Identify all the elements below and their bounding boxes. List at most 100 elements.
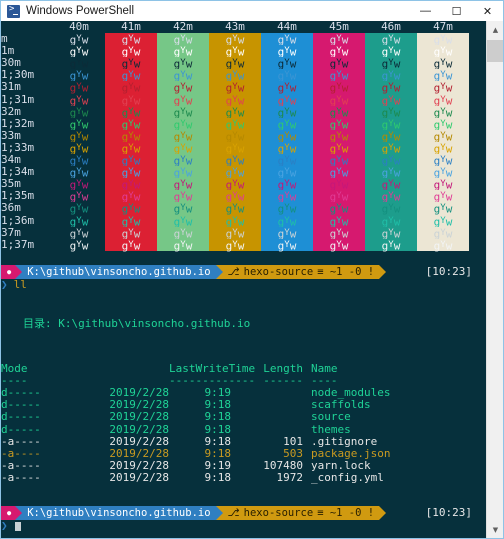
scrollbar-track[interactable] (487, 38, 503, 521)
cell-name: .gitignore (311, 434, 378, 448)
cell-name: themes (311, 422, 351, 436)
color-chart-cell: gYw (53, 238, 105, 252)
color-chart-cell: gYw (209, 57, 261, 70)
color-chart-cell: gYw (53, 141, 105, 155)
color-chart-cell: gYw (157, 105, 209, 119)
color-chart-cell: gYw (313, 33, 365, 46)
color-chart-cell: gYw (365, 69, 417, 82)
git-status-text: ≡ ~1 -0 ! (317, 507, 375, 520)
listing-file-row: -a---- 2019/2/28 9:18 1972 _config.yml (1, 470, 486, 484)
listing-file-row: -a---- 2019/2/28 9:19 107480 yarn.lock (1, 459, 486, 472)
color-chart-cell: gYw (209, 178, 261, 191)
color-chart-row: 36m gYw gYw gYw gYw gYw gYw gYw gYw (1, 202, 486, 215)
color-chart-cell: gYw (313, 202, 365, 215)
color-chart-cell: gYw (313, 154, 365, 167)
color-chart-cell: gYw (261, 33, 313, 46)
color-chart-cell: gYw (105, 238, 157, 252)
prompt-chevron-icon: ❯ (1, 519, 8, 533)
color-chart-row: 31m gYw gYw gYw gYw gYw gYw gYw gYw (1, 81, 486, 94)
color-chart-cell: gYw (313, 178, 365, 191)
color-chart-row-label: 1;36m (1, 214, 35, 227)
prompt-git-segment: ⎇ hexo-source ≡ ~1 -0 ! (222, 506, 380, 521)
color-chart-cell: gYw (157, 238, 209, 252)
color-chart-row-label: 1;30m (1, 69, 35, 82)
vertical-scrollbar[interactable]: ▲ ▼ (486, 21, 503, 538)
scroll-up-arrow[interactable]: ▲ (487, 21, 503, 38)
color-chart-cell: gYw (105, 117, 157, 131)
prompt-path-segment: K:\github\vinsoncho.github.io (22, 506, 216, 521)
color-chart-row-label: 1m (1, 45, 15, 58)
scrollbar-thumb[interactable] (487, 40, 503, 62)
cell-length: 1972 (276, 470, 304, 484)
git-branch-name: hexo-source (243, 507, 314, 520)
color-chart-cell: gYw (209, 45, 261, 58)
color-chart-row: 1;34m gYw gYw gYw gYw gYw gYw gYw gYw (1, 166, 486, 179)
color-chart-row-label: 35m (1, 178, 21, 191)
color-chart-cell: gYw (261, 238, 313, 252)
color-chart-cell: gYw (157, 178, 209, 191)
command-input-line[interactable]: ❯ ll (1, 279, 486, 292)
color-chart-cell: gYw (53, 105, 105, 119)
color-chart-cell: gYw (157, 129, 209, 143)
color-chart-cell: gYw (53, 202, 105, 215)
maximize-button[interactable]: ☐ (441, 1, 472, 21)
color-chart-cell: gYw (417, 190, 469, 203)
color-chart-row-label: 1;37m (1, 238, 35, 251)
color-chart-cell: gYw (53, 69, 105, 82)
color-chart-row-label: 1;35m (1, 190, 35, 203)
cell-date: 2019/2/28 (109, 422, 169, 436)
color-chart-row: 1;30m gYw gYw gYw gYw gYw gYw gYw gYw (1, 69, 486, 82)
ansi-color-chart: 40m 41m 42m 43m 44m 45m 46m 47m m gYw gYw gYw gYw gYw… (1, 21, 486, 252)
color-chart-row-label: 37m (1, 226, 21, 239)
color-chart-cell: gYw (417, 166, 469, 179)
color-chart-cell: gYw (365, 57, 417, 70)
terminal-output[interactable]: 40m 41m 42m 43m 44m 45m 46m 47m m gYw gYw gYw gYw gYw… (1, 21, 486, 538)
color-chart-cell: gYw (209, 238, 261, 252)
prompt-separator-icon (379, 506, 387, 521)
color-chart-cell: gYw (313, 45, 365, 58)
color-chart-row-label: 31m (1, 81, 21, 94)
color-chart-cell: gYw (209, 33, 261, 46)
prompt-separator-icon (15, 265, 23, 279)
color-chart-row: 34m gYw gYw gYw gYw gYw gYw gYw gYw (1, 154, 486, 167)
color-chart-cell: gYw (313, 141, 365, 155)
color-chart-row: 1;36m gYw gYw gYw gYw gYw gYw gYw gYw (1, 214, 486, 227)
cell-date: 2019/2/28 (109, 470, 169, 484)
color-chart-cell: gYw (365, 154, 417, 167)
color-chart-cell: gYw (209, 166, 261, 179)
powershell-icon (7, 4, 20, 18)
color-chart-cell: gYw (105, 33, 157, 46)
color-chart-cell: gYw (313, 214, 365, 227)
scroll-down-arrow[interactable]: ▼ (487, 521, 503, 538)
color-chart-cell: gYw (417, 33, 469, 46)
color-chart-cell: gYw (365, 33, 417, 46)
cell-date: 2019/2/28 (109, 434, 169, 448)
color-chart-cell: gYw (313, 93, 365, 106)
command-input-line-active[interactable]: ❯ (1, 520, 486, 533)
color-chart-cell: gYw (417, 226, 469, 239)
color-chart-cell: gYw (105, 57, 157, 70)
color-chart-cell: gYw (313, 238, 365, 252)
color-chart-cell: gYw (209, 129, 261, 143)
close-button[interactable]: ✕ (472, 1, 503, 21)
title-bar: Windows PowerShell — ☐ ✕ (1, 1, 503, 21)
color-chart-header-44m: 44m (277, 21, 297, 33)
color-chart-row: 1;32m gYw gYw gYw gYw gYw gYw gYw gYw (1, 117, 486, 131)
color-chart-cell: gYw (313, 117, 365, 131)
minimize-button[interactable]: — (410, 1, 441, 21)
color-chart-cell: gYw (209, 141, 261, 155)
color-chart-cell: gYw (417, 129, 469, 143)
color-chart-cell: gYw (105, 178, 157, 191)
color-chart-cell: gYw (313, 81, 365, 94)
cell-name: source (311, 410, 351, 424)
prompt-timestamp: [10:23] (425, 264, 472, 278)
color-chart-cell: gYw (105, 93, 157, 106)
color-chart-cell: gYw (53, 93, 105, 106)
color-chart-cell: gYw (313, 105, 365, 119)
color-chart-row: m gYw gYw gYw gYw gYw gYw gYw gYw (1, 33, 486, 46)
color-chart-cell: gYw (105, 214, 157, 227)
color-chart-cell: gYw (261, 57, 313, 70)
listing-file-row: d----- 2019/2/28 9:18 source (1, 411, 486, 423)
color-chart-cell: gYw (365, 105, 417, 119)
cell-mode: -a---- (1, 434, 41, 448)
